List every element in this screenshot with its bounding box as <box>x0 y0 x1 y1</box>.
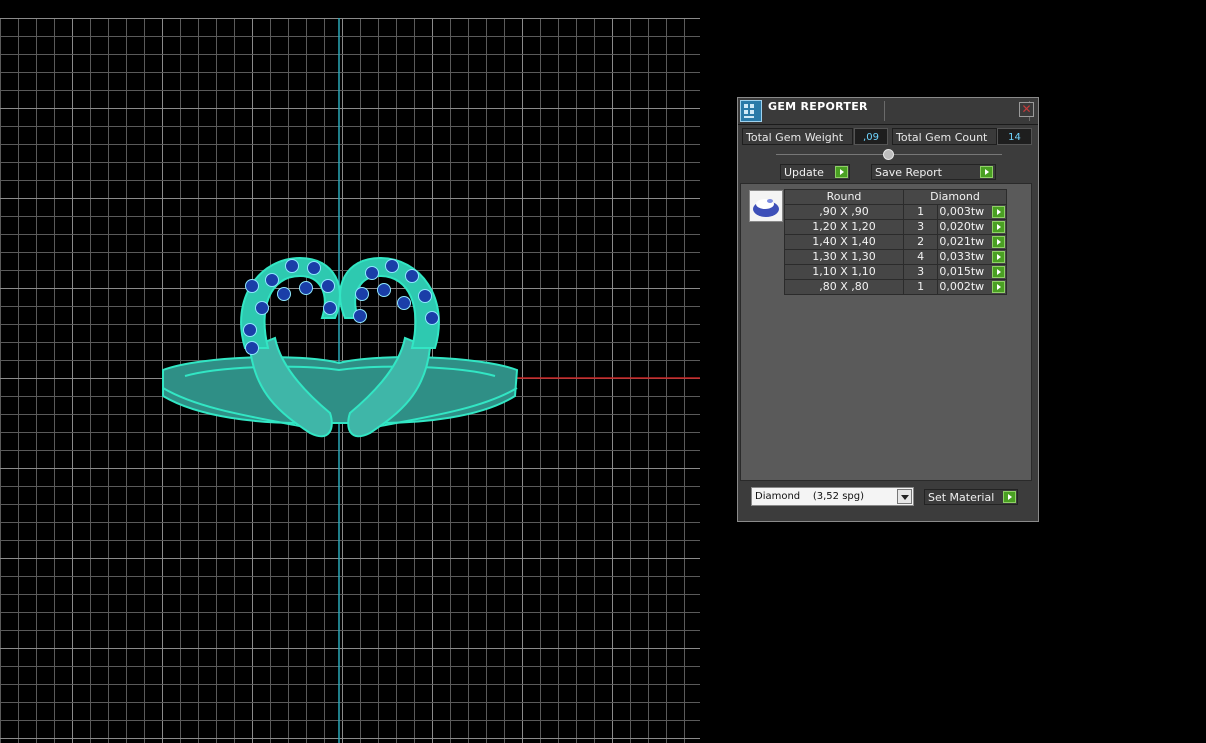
title-bar[interactable]: GEM REPORTER ✕ <box>738 98 1038 125</box>
gem-stone <box>425 311 439 325</box>
title-bar-spacer <box>884 101 1030 121</box>
gem-stone <box>377 283 391 297</box>
play-arrow-icon <box>1003 491 1016 503</box>
gem-stone <box>265 273 279 287</box>
table-row[interactable]: 1,20 X 1,20 3 0,020tw <box>784 219 1007 235</box>
gem-stone <box>321 279 335 293</box>
column-header-material: Diamond <box>903 189 1007 205</box>
gem-stone <box>418 289 432 303</box>
update-button[interactable]: Update <box>780 164 850 180</box>
gem-count-cell: 4 <box>902 249 939 265</box>
gem-stone <box>323 301 337 315</box>
gem-stone <box>243 323 257 337</box>
save-report-button[interactable]: Save Report <box>871 164 996 180</box>
ring-band <box>162 356 519 424</box>
gem-weight-text: 0,002tw <box>939 280 985 293</box>
play-arrow-icon[interactable] <box>992 236 1005 248</box>
gem-size-cell: 1,20 X 1,20 <box>784 219 904 235</box>
set-material-button[interactable]: Set Material <box>924 489 1018 505</box>
table-row[interactable]: ,90 X ,90 1 0,003tw <box>784 204 1007 220</box>
gem-reporter-panel: GEM REPORTER ✕ Total Gem Weight ,09 Tota… <box>737 97 1039 522</box>
gem-weight-text: 0,003tw <box>939 205 985 218</box>
gem-size-cell: ,90 X ,90 <box>784 204 904 220</box>
gem-stone <box>365 266 379 280</box>
gem-count-cell: 2 <box>902 234 939 250</box>
grid-canvas <box>0 18 700 743</box>
gem-stone <box>385 259 399 273</box>
set-material-button-label: Set Material <box>928 491 995 504</box>
total-gem-weight-label: Total Gem Weight <box>742 128 853 145</box>
gem-weight-cell: 0,003tw <box>937 204 1007 220</box>
close-icon[interactable]: ✕ <box>1019 102 1034 117</box>
gem-stone <box>307 261 321 275</box>
round-gem-shape-icon[interactable] <box>749 190 783 222</box>
play-arrow-icon[interactable] <box>992 221 1005 233</box>
gem-stone <box>299 281 313 295</box>
gem-stone <box>397 296 411 310</box>
gem-stone <box>245 341 259 355</box>
chevron-down-icon[interactable] <box>897 489 912 504</box>
material-dropdown[interactable]: Diamond (3,52 spg) <box>751 487 914 506</box>
gem-weight-cell: 0,020tw <box>937 219 1007 235</box>
gem-weight-text: 0,021tw <box>939 235 985 248</box>
gem-weight-cell: 0,021tw <box>937 234 1007 250</box>
gem-weight-text: 0,015tw <box>939 265 985 278</box>
play-arrow-icon <box>835 166 848 178</box>
gem-size-cell: 1,40 X 1,40 <box>784 234 904 250</box>
gem-weight-cell: 0,015tw <box>937 264 1007 280</box>
table-row[interactable]: 1,30 X 1,30 4 0,033tw <box>784 249 1007 265</box>
panel-title: GEM REPORTER <box>768 100 868 113</box>
3d-viewport[interactable] <box>0 18 700 743</box>
gem-reporter-app-icon <box>740 100 762 122</box>
gem-count-cell: 1 <box>902 279 939 295</box>
slider-handle[interactable] <box>883 149 894 160</box>
material-dropdown-value: Diamond (3,52 spg) <box>755 491 865 502</box>
table-row[interactable]: 1,10 X 1,10 3 0,015tw <box>784 264 1007 280</box>
gem-table: Round Diamond ,90 X ,90 1 0,003tw 1,20 X 1,… <box>784 189 1007 295</box>
table-row[interactable]: 1,40 X 1,40 2 0,021tw <box>784 234 1007 250</box>
total-gem-weight-value: ,09 <box>854 128 888 145</box>
gem-stone <box>355 287 369 301</box>
column-header-shape: Round <box>784 189 904 205</box>
gem-stone <box>277 287 291 301</box>
total-gem-count-label: Total Gem Count <box>892 128 997 145</box>
gem-weight-cell: 0,002tw <box>937 279 1007 295</box>
gem-stone <box>245 279 259 293</box>
save-report-button-label: Save Report <box>875 166 942 179</box>
gem-stone <box>285 259 299 273</box>
play-arrow-icon <box>980 166 993 178</box>
gem-stone <box>353 309 367 323</box>
play-arrow-icon[interactable] <box>992 281 1005 293</box>
gem-stone <box>405 269 419 283</box>
gem-count-cell: 3 <box>902 264 939 280</box>
gem-size-cell: 1,10 X 1,10 <box>784 264 904 280</box>
gem-stone <box>255 301 269 315</box>
gem-weight-text: 0,033tw <box>939 250 985 263</box>
report-area: Round Diamond ,90 X ,90 1 0,003tw 1,20 X 1,… <box>740 183 1032 481</box>
gem-count-cell: 3 <box>902 219 939 235</box>
play-arrow-icon[interactable] <box>992 206 1005 218</box>
total-gem-count-value: 14 <box>997 128 1032 145</box>
update-button-label: Update <box>784 166 824 179</box>
gem-count-cell: 1 <box>902 204 939 220</box>
gem-weight-text: 0,020tw <box>939 220 985 233</box>
play-arrow-icon[interactable] <box>992 251 1005 263</box>
play-arrow-icon[interactable] <box>992 266 1005 278</box>
table-row[interactable]: ,80 X ,80 1 0,002tw <box>784 279 1007 295</box>
gem-size-cell: ,80 X ,80 <box>784 279 904 295</box>
gem-weight-cell: 0,033tw <box>937 249 1007 265</box>
gem-size-cell: 1,30 X 1,30 <box>784 249 904 265</box>
